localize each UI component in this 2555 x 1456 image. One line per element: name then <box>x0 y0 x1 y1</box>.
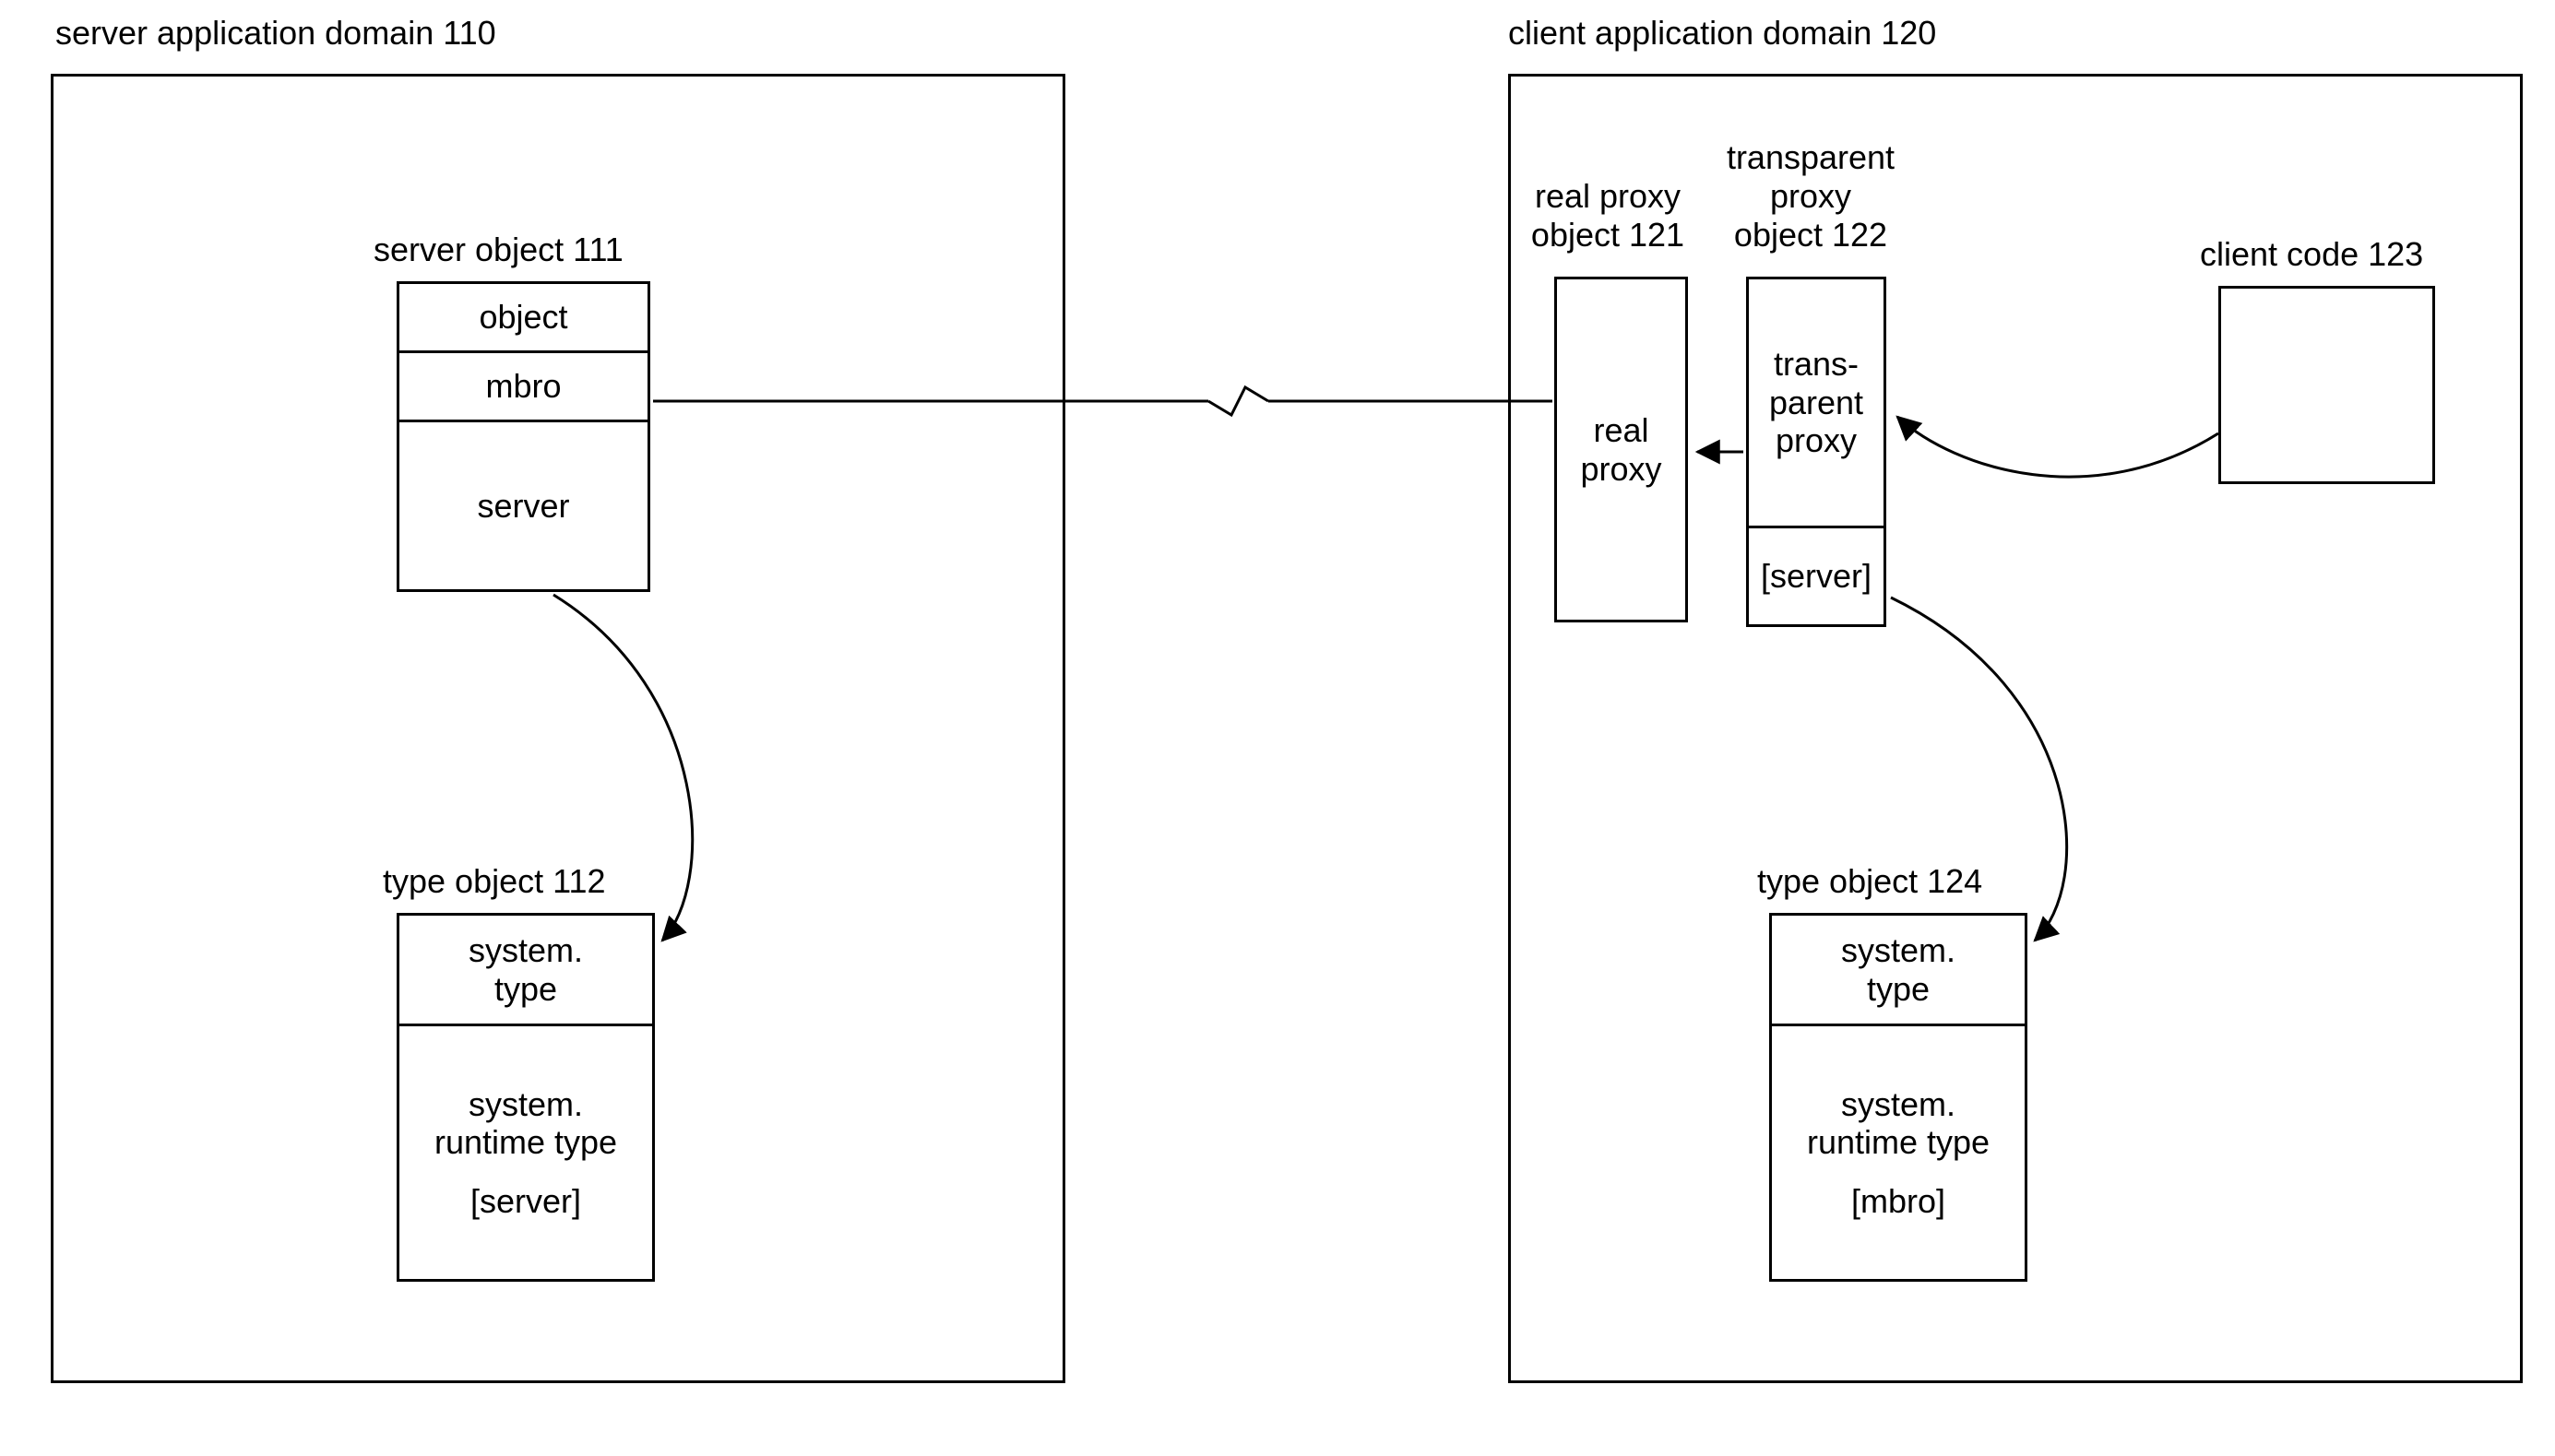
transparent-proxy-cell1: [server] <box>1749 528 1884 624</box>
real-proxy-cell: real proxy <box>1557 279 1685 620</box>
type-object-112-cell0: system. type <box>399 916 652 1026</box>
client-domain-title: client application domain 120 <box>1508 14 1936 53</box>
type-object-124-title: type object 124 <box>1757 862 1982 901</box>
server-object-cell-server: server <box>399 422 648 589</box>
client-code-box <box>2218 286 2435 484</box>
type-object-124-cell1: system. runtime type [mbro] <box>1772 1026 2025 1279</box>
server-object-cell-mbro: mbro <box>399 353 648 422</box>
server-object-box: object mbro server <box>397 281 650 592</box>
server-object-title: server object 111 <box>374 231 624 269</box>
type-object-112-box: system. type system. runtime type [serve… <box>397 913 655 1282</box>
server-domain-title: server application domain 110 <box>55 14 496 53</box>
client-code-title: client code 123 <box>2200 235 2423 274</box>
type-object-112-title: type object 112 <box>383 862 606 901</box>
server-object-cell-object: object <box>399 284 648 353</box>
diagram-canvas: server application domain 110 client app… <box>0 0 2555 1456</box>
transparent-proxy-title: transparent proxy object 122 <box>1714 138 1907 255</box>
transparent-proxy-cell0: trans- parent proxy <box>1749 279 1884 528</box>
type-object-124-cell0: system. type <box>1772 916 2025 1026</box>
real-proxy-title: real proxy object 121 <box>1525 177 1691 255</box>
type-object-124-box: system. type system. runtime type [mbro] <box>1769 913 2027 1282</box>
type-object-112-cell1: system. runtime type [server] <box>399 1026 652 1279</box>
real-proxy-box: real proxy <box>1554 277 1688 622</box>
transparent-proxy-box: trans- parent proxy [server] <box>1746 277 1886 627</box>
